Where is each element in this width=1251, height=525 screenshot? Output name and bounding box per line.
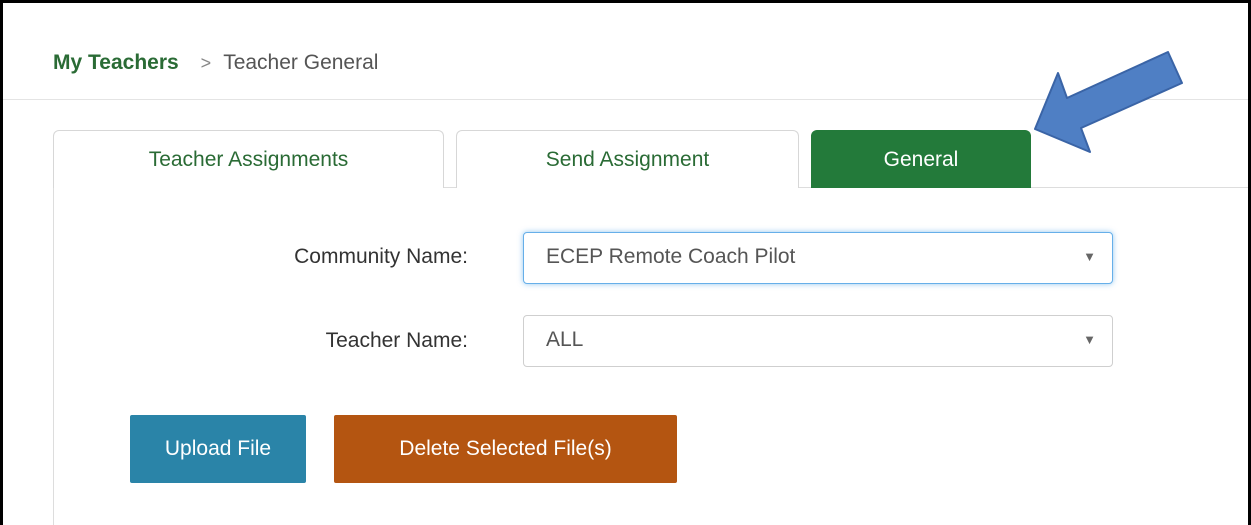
community-name-select[interactable]: ECEP Remote Coach Pilot ▼ xyxy=(523,232,1113,284)
breadcrumb-my-teachers-link[interactable]: My Teachers xyxy=(53,51,179,74)
chevron-down-icon: ▼ xyxy=(1083,332,1096,347)
teacher-name-select[interactable]: ALL ▼ xyxy=(523,315,1113,367)
chevron-down-icon: ▼ xyxy=(1083,249,1096,264)
breadcrumb-separator-icon: > xyxy=(200,53,212,73)
delete-selected-files-button[interactable]: Delete Selected File(s) xyxy=(334,415,677,483)
breadcrumb: My Teachers > Teacher General xyxy=(53,49,378,77)
annotation-arrow-icon xyxy=(1034,51,1183,153)
tab-send-assignment[interactable]: Send Assignment xyxy=(456,130,799,188)
tab-teacher-assignments[interactable]: Teacher Assignments xyxy=(53,130,444,188)
upload-file-button[interactable]: Upload File xyxy=(130,415,306,483)
community-name-label: Community Name: xyxy=(294,245,468,268)
community-name-value: ECEP Remote Coach Pilot xyxy=(546,245,796,268)
breadcrumb-current-page: Teacher General xyxy=(223,51,379,74)
teacher-name-value: ALL xyxy=(546,328,584,351)
tab-general[interactable]: General xyxy=(811,130,1031,188)
teacher-name-label: Teacher Name: xyxy=(325,329,468,352)
